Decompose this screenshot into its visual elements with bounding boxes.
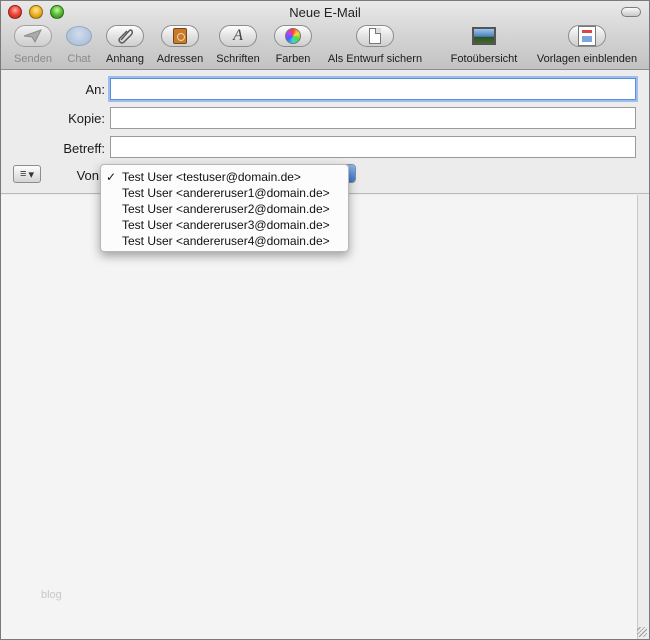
show-stationery-label: Vorlagen einblenden	[536, 53, 638, 65]
toolbar-area: Neue E-Mail Senden Chat Anhang Adressen …	[1, 1, 649, 70]
show-stationery-button[interactable]: Vorlagen einblenden	[531, 25, 643, 67]
stationery-icon	[578, 26, 596, 46]
paperclip-icon	[118, 29, 134, 44]
attach-label: Anhang	[106, 53, 144, 65]
send-icon	[23, 29, 43, 43]
photo-browser-button[interactable]: Fotoübersicht	[445, 25, 523, 67]
from-label: Von	[76, 168, 99, 183]
photo-browser-icon	[472, 27, 496, 45]
menu-item[interactable]: Test User <andereruser3@domain.de>	[101, 217, 348, 233]
menu-item-label: Test User <andereruser2@domain.de>	[122, 202, 330, 216]
resize-handle-icon[interactable]	[637, 627, 647, 637]
subject-field[interactable]	[110, 136, 636, 158]
menu-item[interactable]: ✓ Test User <testuser@domain.de>	[101, 169, 348, 185]
addresses-button[interactable]: Adressen	[154, 25, 206, 67]
photo-browser-label: Fotoübersicht	[450, 53, 518, 65]
menu-item-label: Test User <andereruser3@domain.de>	[122, 218, 330, 232]
menu-item[interactable]: Test User <andereruser2@domain.de>	[101, 201, 348, 217]
send-button[interactable]: Senden	[10, 25, 56, 67]
menu-item[interactable]: Test User <andereruser1@domain.de>	[101, 185, 348, 201]
cc-field[interactable]	[110, 107, 636, 129]
header-options-button[interactable]: ≡ ▾	[13, 165, 41, 183]
save-draft-button[interactable]: Als Entwurf sichern	[322, 25, 428, 67]
fonts-label: Schriften	[216, 53, 260, 65]
address-book-icon	[173, 28, 187, 44]
compose-window: Neue E-Mail Senden Chat Anhang Adressen …	[0, 0, 650, 640]
menu-item-label: Test User <andereruser4@domain.de>	[122, 234, 330, 248]
watermark-text: blog	[41, 589, 62, 601]
draft-icon	[369, 28, 381, 44]
menu-item[interactable]: Test User <andereruser4@domain.de>	[101, 233, 348, 249]
color-wheel-icon	[285, 28, 301, 44]
from-dropdown-menu: ✓ Test User <testuser@domain.de> Test Us…	[100, 164, 349, 252]
toolbar-toggle-button[interactable]	[621, 7, 641, 17]
vertical-scrollbar[interactable]	[637, 195, 649, 639]
chat-button[interactable]: Chat	[62, 25, 96, 67]
fonts-icon: A	[233, 27, 243, 44]
checkmark-icon: ✓	[106, 170, 117, 184]
chat-label: Chat	[67, 53, 91, 65]
message-body[interactable]	[1, 195, 637, 639]
subject-label: Betreff:	[63, 141, 105, 156]
addresses-label: Adressen	[156, 53, 204, 65]
send-label: Senden	[14, 53, 52, 65]
chat-icon	[66, 26, 92, 46]
window-title: Neue E-Mail	[289, 5, 361, 20]
menu-item-label: Test User <andereruser1@domain.de>	[122, 186, 330, 200]
dropdown-arrow-icon: ▾	[28, 168, 34, 181]
list-icon: ≡	[20, 168, 27, 180]
colors-button[interactable]: Farben	[272, 25, 314, 67]
menu-item-label: Test User <testuser@domain.de>	[122, 170, 301, 184]
fonts-button[interactable]: A Schriften	[213, 25, 263, 67]
save-draft-label: Als Entwurf sichern	[327, 53, 423, 65]
to-label: An:	[85, 82, 105, 97]
to-field[interactable]	[110, 78, 636, 100]
cc-label: Kopie:	[68, 111, 105, 126]
attach-button[interactable]: Anhang	[102, 25, 148, 67]
colors-label: Farben	[275, 53, 311, 65]
